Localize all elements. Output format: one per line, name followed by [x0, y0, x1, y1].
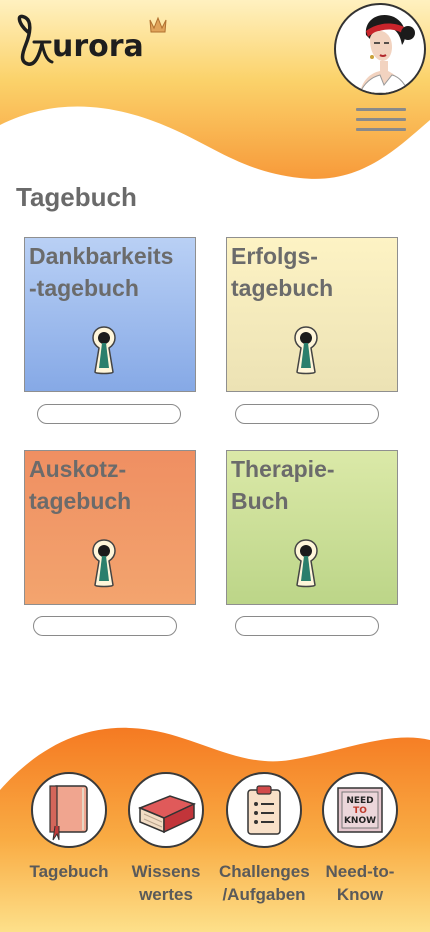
hamburger-menu-icon[interactable]	[356, 108, 406, 132]
card-note-input[interactable]	[33, 616, 177, 636]
keyhole-icon	[294, 326, 318, 375]
card-title: Erfolgs- tagebuch	[231, 243, 334, 301]
nav-label: Tagebuch	[29, 862, 109, 881]
nav-label: Need-to- Know	[325, 862, 395, 904]
keyhole-icon	[92, 539, 116, 588]
page-title: Tagebuch	[16, 182, 137, 212]
nav-label: Wissens wertes	[131, 862, 201, 904]
checklist-icon	[247, 785, 281, 835]
card-note-input[interactable]	[235, 616, 379, 636]
svg-text:NEED: NEED	[346, 796, 373, 806]
diary-icon	[49, 785, 88, 841]
keyhole-icon	[294, 539, 318, 588]
svg-text:TO: TO	[353, 806, 367, 816]
card-note-input[interactable]	[37, 404, 181, 424]
nav-need-to-know[interactable]: NEED TO KNOW Need-to- Know	[315, 772, 405, 906]
card-erfolgstagebuch[interactable]: Erfolgs- tagebuch	[226, 237, 398, 392]
books-icon	[138, 795, 197, 834]
need-to-know-sign-icon: NEED TO KNOW	[337, 787, 383, 833]
card-title: Dankbarkeits -tagebuch	[29, 243, 174, 301]
card-title: Therapie- Buch	[231, 456, 335, 514]
keyhole-icon	[92, 326, 116, 375]
profile-avatar[interactable]	[334, 3, 426, 95]
svg-text:KNOW: KNOW	[344, 816, 376, 826]
card-therapiebuch[interactable]: Therapie- Buch	[226, 450, 398, 605]
app-logo: urora	[14, 14, 174, 72]
card-note-input[interactable]	[235, 404, 379, 424]
card-title: Auskotz- tagebuch	[29, 456, 132, 514]
nav-wissenswertes[interactable]: Wissens wertes	[121, 772, 211, 906]
card-dankbarkeitstagebuch[interactable]: Dankbarkeits -tagebuch	[24, 237, 196, 392]
nav-label: Challenges /Aufgaben	[219, 862, 310, 904]
nav-challenges[interactable]: Challenges /Aufgaben	[219, 772, 310, 906]
svg-text:urora: urora	[52, 29, 144, 64]
nav-tagebuch[interactable]: Tagebuch	[24, 772, 114, 883]
card-auskotztagebuch[interactable]: Auskotz- tagebuch	[24, 450, 196, 605]
